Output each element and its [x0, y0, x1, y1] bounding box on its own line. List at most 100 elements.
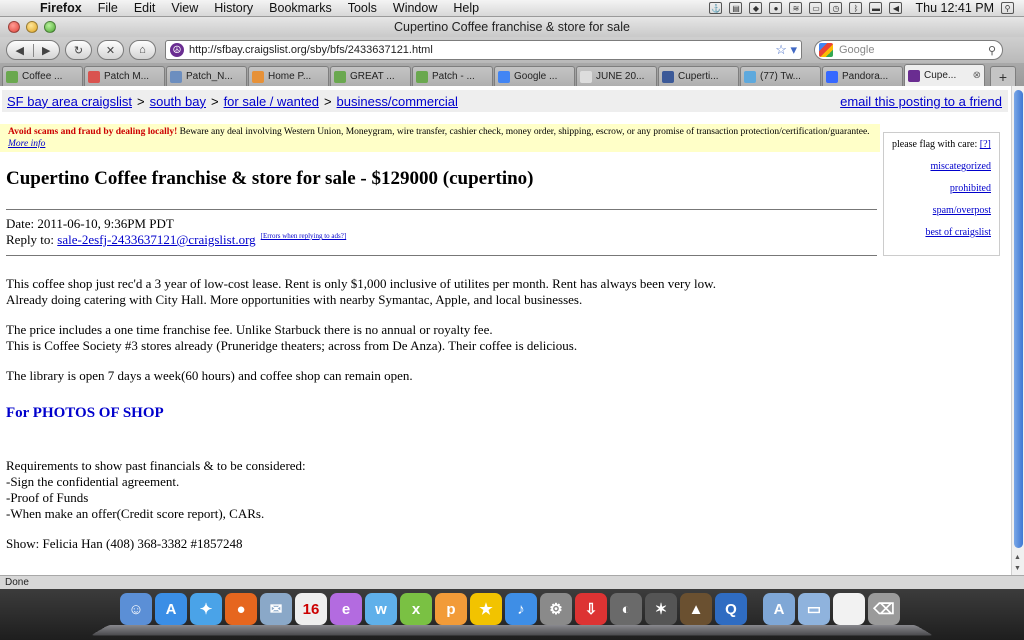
- document-icon[interactable]: [833, 593, 865, 625]
- wifi-icon[interactable]: ≋: [789, 2, 803, 14]
- mac-menu-bar: Firefox File Edit View History Bookmarks…: [0, 0, 1024, 17]
- finder-icon[interactable]: ☺: [120, 593, 152, 625]
- browser-tab[interactable]: (77) Tw...: [740, 66, 821, 86]
- preferences-icon[interactable]: ⚙: [540, 593, 572, 625]
- menu-history[interactable]: History: [206, 1, 261, 15]
- back-button[interactable]: ◀: [7, 43, 34, 57]
- menu-window[interactable]: Window: [385, 1, 445, 15]
- imovie-icon[interactable]: ✶: [645, 593, 677, 625]
- tab-label: Pandora...: [842, 71, 889, 82]
- scrollbar-thumb[interactable]: [1014, 90, 1023, 548]
- status-drive-icon[interactable]: ▤: [729, 2, 743, 14]
- aim-icon[interactable]: ★: [470, 593, 502, 625]
- iphoto-icon[interactable]: ▲: [680, 593, 712, 625]
- browser-tab[interactable]: Coffee ...: [2, 66, 83, 86]
- mail-icon[interactable]: ✉: [260, 593, 292, 625]
- status-shield-icon[interactable]: ◆: [749, 2, 763, 14]
- stop-button[interactable]: ✕: [97, 40, 124, 60]
- browser-tab[interactable]: Patch - ...: [412, 66, 493, 86]
- zoom-window-button[interactable]: [44, 21, 56, 33]
- itunes-icon[interactable]: ♪: [505, 593, 537, 625]
- menu-edit[interactable]: Edit: [126, 1, 164, 15]
- browser-tab[interactable]: Pandora...: [822, 66, 903, 86]
- vertical-scrollbar[interactable]: ▲ ▼: [1011, 86, 1024, 575]
- reload-button[interactable]: ↻: [65, 40, 92, 60]
- more-info-link[interactable]: More info: [8, 139, 45, 149]
- new-tab-button[interactable]: +: [990, 66, 1016, 86]
- breadcrumb-for-sale[interactable]: for sale / wanted: [224, 94, 319, 109]
- quicktime-icon[interactable]: Q: [715, 593, 747, 625]
- time-machine-icon[interactable]: ◷: [829, 2, 843, 14]
- scroll-up-arrow-icon[interactable]: ▲: [1014, 554, 1021, 561]
- breadcrumb-sf-bay[interactable]: SF bay area craigslist: [7, 94, 132, 109]
- scam-warning-banner: Avoid scams and fraud by dealing locally…: [0, 124, 880, 152]
- menu-view[interactable]: View: [163, 1, 206, 15]
- craigslist-posting-page: SF bay area craigslist > south bay > for…: [0, 86, 1011, 575]
- photo-icon[interactable]: ◐: [610, 593, 642, 625]
- minimize-window-button[interactable]: [26, 21, 38, 33]
- flag-prohibited-link[interactable]: prohibited: [892, 183, 991, 194]
- home-button[interactable]: ⌂: [129, 40, 156, 60]
- app-purple-icon[interactable]: e: [330, 593, 362, 625]
- browser-tab[interactable]: Cuperti...: [658, 66, 739, 86]
- flag-spam-link[interactable]: spam/overpost: [892, 205, 991, 216]
- menu-firefox[interactable]: Firefox: [32, 1, 90, 15]
- tab-favicon-icon: [88, 70, 100, 83]
- browser-tab[interactable]: JUNE 20...: [576, 66, 657, 86]
- url-text[interactable]: http://sfbay.craigslist.org/sby/bfs/2433…: [189, 44, 433, 56]
- breadcrumb-business[interactable]: business/commercial: [337, 94, 458, 109]
- photos-link[interactable]: For PHOTOS OF SHOP: [6, 405, 716, 421]
- tab-label: (77) Tw...: [760, 71, 801, 82]
- download-icon[interactable]: ⇩: [575, 593, 607, 625]
- status-record-icon[interactable]: ●: [769, 2, 783, 14]
- calendar-icon[interactable]: 16: [295, 593, 327, 625]
- reply-errors-link[interactable]: [Errors when replying to ads?]: [261, 232, 347, 240]
- reply-email-link[interactable]: sale-2esfj-2433637121@craigslist.org: [57, 232, 255, 247]
- body-line: -Sign the confidential agreement.: [6, 474, 180, 489]
- search-bar[interactable]: Google ⚲: [814, 40, 1003, 60]
- menu-help[interactable]: Help: [445, 1, 487, 15]
- tab-close-icon[interactable]: ⊗: [973, 70, 981, 81]
- status-app-icon[interactable]: ⚓: [709, 2, 723, 14]
- safari-icon[interactable]: ✦: [190, 593, 222, 625]
- app-green-icon[interactable]: x: [400, 593, 432, 625]
- body-line: The library is open 7 days a week(60 hou…: [6, 368, 413, 383]
- app-orange-icon[interactable]: p: [435, 593, 467, 625]
- applications-folder-icon[interactable]: A: [763, 593, 795, 625]
- email-posting-link[interactable]: email this posting to a friend: [840, 94, 1008, 109]
- display-icon[interactable]: ▭: [809, 2, 823, 14]
- flag-help-link[interactable]: [?]: [980, 139, 991, 150]
- volume-icon[interactable]: ◀: [889, 2, 903, 14]
- url-bar[interactable]: ☮ http://sfbay.craigslist.org/sby/bfs/24…: [165, 40, 802, 60]
- menu-tools[interactable]: Tools: [340, 1, 385, 15]
- menu-clock[interactable]: Thu 12:41 PM: [915, 1, 994, 15]
- google-logo-icon[interactable]: [819, 43, 833, 57]
- spotlight-icon[interactable]: ⚲: [1001, 2, 1014, 14]
- close-window-button[interactable]: [8, 21, 20, 33]
- browser-tab[interactable]: Patch M...: [84, 66, 165, 86]
- bookmark-star-icon[interactable]: ☆ ▾: [775, 42, 801, 58]
- firefox-icon[interactable]: ●: [225, 593, 257, 625]
- browser-tab[interactable]: Google ...: [494, 66, 575, 86]
- browser-tab[interactable]: GREAT ...: [330, 66, 411, 86]
- flag-best-of-link[interactable]: best of craigslist: [892, 227, 991, 238]
- search-icon[interactable]: ⚲: [988, 44, 1002, 57]
- tab-favicon-icon: [826, 70, 838, 83]
- battery-icon[interactable]: ▬: [869, 2, 883, 14]
- flag-miscategorized-link[interactable]: miscategorized: [892, 161, 991, 172]
- warning-strong-text: Avoid scams and fraud by dealing locally…: [8, 127, 178, 137]
- documents-folder-icon[interactable]: ▭: [798, 593, 830, 625]
- forward-button[interactable]: ▶: [34, 44, 60, 57]
- scroll-down-arrow-icon[interactable]: ▼: [1014, 565, 1021, 572]
- menu-bookmarks[interactable]: Bookmarks: [261, 1, 340, 15]
- trash-icon[interactable]: ⌫: [868, 593, 900, 625]
- breadcrumb-south-bay[interactable]: south bay: [150, 94, 206, 109]
- browser-tab[interactable]: Patch_N...: [166, 66, 247, 86]
- app-store-icon[interactable]: A: [155, 593, 187, 625]
- tab-label: Coffee ...: [22, 71, 63, 82]
- menu-file[interactable]: File: [90, 1, 126, 15]
- app-blue-icon[interactable]: w: [365, 593, 397, 625]
- browser-tab[interactable]: Cupe... ⊗: [904, 64, 985, 86]
- bluetooth-icon[interactable]: ᛒ: [849, 2, 863, 14]
- browser-tab[interactable]: Home P...: [248, 66, 329, 86]
